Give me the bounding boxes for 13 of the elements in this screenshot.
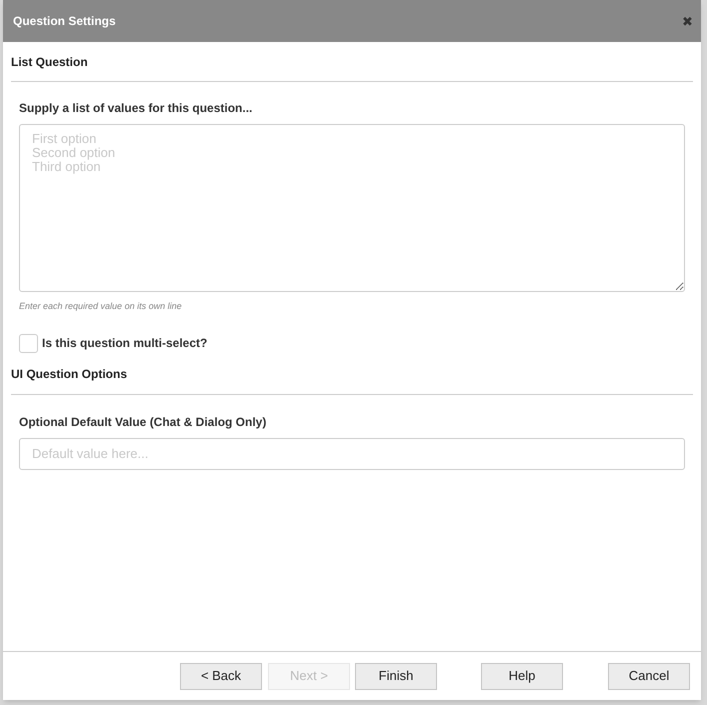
- section-heading: List Question: [11, 54, 89, 71]
- hint-text: Enter each required value on its own line: [19, 300, 183, 313]
- window-title: Question Settings: [13, 13, 116, 30]
- dialog-button[interactable]: Cancel: [608, 662, 690, 690]
- field-label: Optional Default Value (Chat & Dialog Only): [19, 414, 268, 430]
- field-label: Supply a list of values for this question...: [19, 100, 254, 117]
- dialog-button[interactable]: < Back: [180, 662, 262, 690]
- dialog-button[interactable]: Finish: [355, 662, 437, 690]
- section-heading: UI Question Options: [11, 366, 128, 382]
- close-button[interactable]: ✖: [682, 14, 693, 28]
- checkbox-label: Is this question multi-select?: [42, 335, 208, 352]
- dialog-button[interactable]: Help: [481, 662, 563, 690]
- multi-select-checkbox[interactable]: [19, 334, 38, 352]
